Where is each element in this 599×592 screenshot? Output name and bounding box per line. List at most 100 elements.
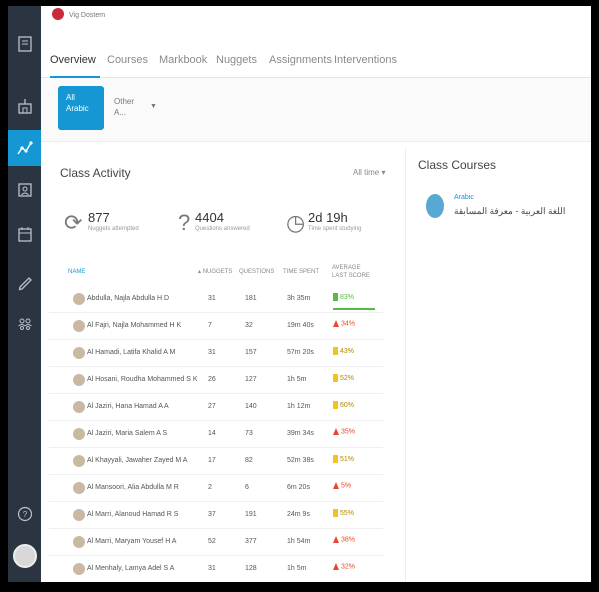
tab-overview[interactable]: Overview [50,54,96,66]
cell-questions: 181 [245,295,257,302]
student-name: Al Menhaly, Lamya Adel S A [87,565,175,572]
cell-nuggets: 14 [208,430,216,437]
student-name: Al Hosani, Roudha Mohammed S K [87,376,198,383]
cell-nuggets: 17 [208,457,216,464]
stat-time-label: Time spent studying [308,226,362,232]
cell-score: 34% [333,320,355,332]
column-header-score[interactable]: AVERAGE LAST SCORE [332,264,372,280]
cell-score: 38% [333,536,355,548]
table-row[interactable]: Al Jaziri, Hana Hamad A A 27 140 1h 12m 60% [49,394,383,421]
pencil-icon [18,277,32,291]
sidebar-item-help[interactable]: ? [8,496,41,532]
caret-down-icon[interactable]: ▼ [150,103,157,110]
cell-nuggets: 2 [208,484,212,491]
tab-nuggets[interactable]: Nuggets [216,54,257,66]
app-screen: ? Vig Dostem Overview Courses Markbook N… [8,6,591,582]
table-row[interactable]: Al Marri, Maryam Yousef H A 52 377 1h 54m 38… [49,529,383,556]
table-row[interactable]: Al Fajri, Najla Mohammed H K 7 32 19m 40s 34… [49,313,383,340]
tab-courses[interactable]: Courses [107,54,148,66]
filter-other[interactable]: Other A... [114,96,134,118]
cell-nuggets: 31 [208,565,216,572]
brand-text: Vig Dostem [69,12,106,19]
student-avatar [73,401,85,413]
cell-score: 60% [333,401,354,413]
score-value: 5% [341,482,352,490]
tab-assignments[interactable]: Assignments [269,54,332,66]
tab-markbook[interactable]: Markbook [159,54,207,66]
filter-other-label-1: Other [114,97,135,106]
table-row[interactable]: Al Menhaly, Lamya Adel S A 31 128 1h 5m 32% [49,556,383,582]
filter-all-arabic[interactable]: All Arabic [58,86,104,130]
score-value: 60% [340,401,355,409]
cell-questions: 128 [245,565,257,572]
class-activity-title: Class Activity [60,166,131,180]
score-status-icon [333,293,338,301]
cell-time: 6m 20s [287,484,310,491]
cell-questions: 377 [245,538,257,545]
student-name: Al Khayyali, Jawaher Zayed M A [87,457,188,464]
score-value: 35% [341,428,356,436]
cell-questions: 32 [245,322,253,329]
cell-time: 24m 9s [287,511,310,518]
cell-time: 1h 54m [287,538,311,545]
cell-nuggets: 37 [208,511,216,518]
column-header-name[interactable]: NAME [68,268,85,276]
warning-triangle-icon [333,563,339,570]
student-avatar [73,536,85,548]
sidebar-item-book[interactable] [8,26,41,62]
column-header-time[interactable]: TIME SPENT [283,268,319,276]
refresh-icon: ⟳ [64,210,83,235]
screenshot-frame: ? Vig Dostem Overview Courses Markbook N… [0,0,599,592]
cell-time: 57m 20s [287,349,314,356]
warning-triangle-icon [333,320,339,327]
stat-questions-label: Questions answered [195,226,250,232]
table-row[interactable]: Al Hamadi, Latifa Khalid A M 31 157 57m 20s… [49,340,383,367]
score-value: 32% [341,563,356,571]
table-row[interactable]: Al Hosani, Roudha Mohammed S K 26 127 1h 5m… [49,367,383,394]
cell-score: 35% [333,428,355,440]
column-header-nuggets[interactable]: ▴ NUGGETS [198,268,232,276]
stat-nuggets-label: Nuggets attempted [88,226,139,232]
sidebar-item-analytics[interactable] [8,130,41,166]
score-status-icon [333,455,338,463]
tab-interventions[interactable]: Interventions [334,54,397,66]
table-row[interactable]: Al Marri, Alanoud Hamad R S 37 191 24m 9s 55… [49,502,383,529]
cell-nuggets: 31 [208,349,216,356]
student-name: Abdulla, Najla Abdulla H D [87,295,170,302]
cell-nuggets: 31 [208,295,216,302]
stat-nuggets-value: 877 [88,210,110,225]
table-row[interactable]: Al Jaziri, Maria Salem A S 14 73 39m 34s 35% [49,421,383,448]
cell-time: 1h 5m [287,565,307,572]
time-filter-dropdown[interactable]: All time ▾ [353,168,385,177]
course-icon [426,194,444,218]
sidebar-item-calendar[interactable] [8,216,41,252]
sidebar-item-school[interactable] [8,88,41,124]
cell-questions: 82 [245,457,253,464]
cell-score: 51% [333,455,354,467]
score-status-icon [333,509,338,517]
sidebar-item-profile[interactable] [8,172,41,208]
cell-questions: 191 [245,511,257,518]
course-subject[interactable]: Arabic [454,194,474,201]
user-card-icon [17,183,32,197]
sidebar-item-edit[interactable] [8,264,41,300]
table-row[interactable]: Al Khayyali, Jawaher Zayed M A 17 82 52m 38… [49,448,383,475]
student-avatar [73,374,85,386]
column-header-questions[interactable]: QUESTIONS [239,268,274,276]
student-avatar [73,347,85,359]
cell-score: 55% [333,509,354,521]
stat-questions-value: 4404 [195,210,224,225]
cell-score: 32% [333,563,355,575]
score-value: 51% [340,455,355,463]
group-icon [17,318,32,330]
user-avatar[interactable] [13,544,37,568]
score-value: 34% [341,320,356,328]
student-name: Al Mansoori, Alia Abdulla M R [87,484,179,491]
course-name[interactable]: اللغة العربية - معرفة المسابقة [454,206,565,217]
cell-score: 52% [333,374,354,386]
table-row[interactable]: Al Mansoori, Alia Abdulla M R 2 6 6m 20s 5% [49,475,383,502]
student-name: Al Marri, Maryam Yousef H A [87,538,177,545]
score-value: 43% [340,347,355,355]
analytics-icon [16,141,33,155]
sidebar-item-groups[interactable] [8,306,41,342]
